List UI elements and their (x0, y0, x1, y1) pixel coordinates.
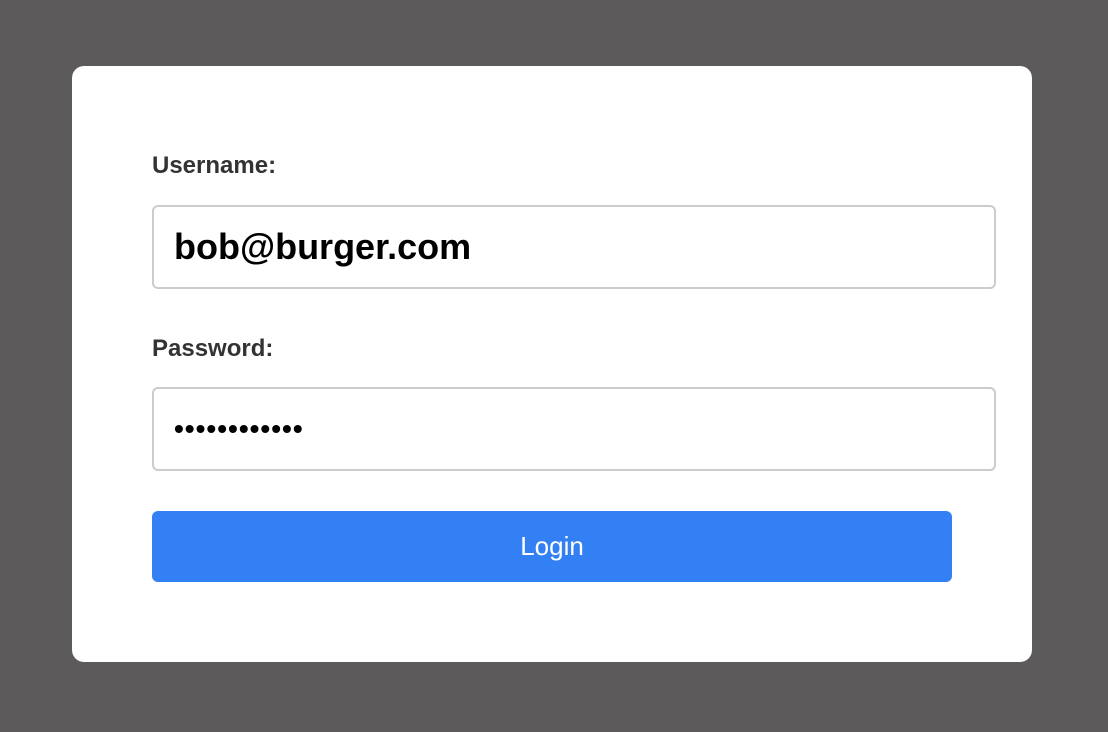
login-card: Username: Password: Login (72, 66, 1032, 662)
login-button[interactable]: Login (152, 511, 952, 582)
password-label: Password: (152, 335, 274, 362)
username-input[interactable] (152, 205, 996, 289)
username-label: Username: (152, 152, 277, 179)
password-input[interactable] (152, 387, 996, 471)
